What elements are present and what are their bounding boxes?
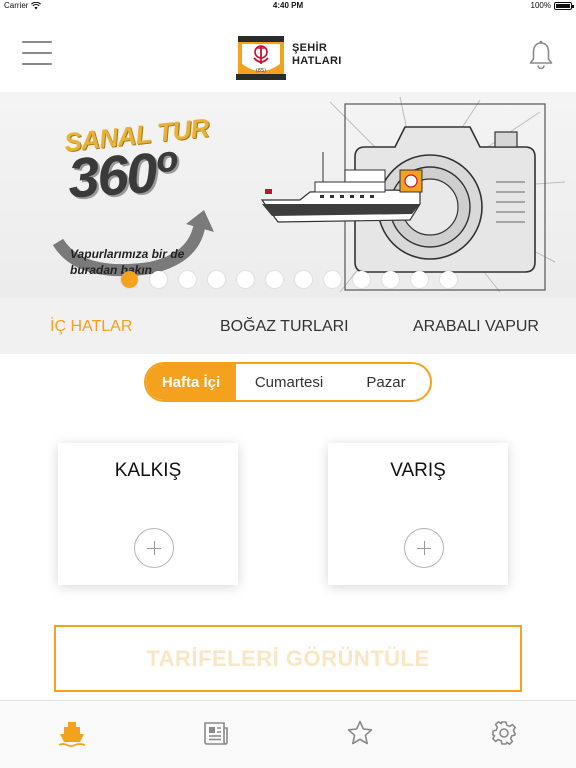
svg-text:(85): (85) xyxy=(256,68,266,74)
app-logo: (85) ŞEHİR HATLARI xyxy=(232,34,352,82)
gear-icon xyxy=(492,721,516,745)
ferry-icon xyxy=(58,722,86,747)
carousel-dot[interactable] xyxy=(179,271,196,288)
clock: 4:40 PM xyxy=(272,1,304,10)
sehir-hatlari-logo-icon: (85) xyxy=(236,36,286,80)
battery-icon xyxy=(554,1,574,10)
tab-bar-favorites[interactable] xyxy=(340,715,380,751)
view-schedules-button[interactable]: TARİFELERİ GÖRÜNTÜLE xyxy=(54,625,522,692)
day-option-saturday[interactable]: Cumartesi xyxy=(236,364,342,400)
logo-line-1: ŞEHİR xyxy=(292,42,328,54)
battery-status: 100% xyxy=(530,1,574,10)
carousel-dot[interactable] xyxy=(208,271,225,288)
tab-ic-hatlar[interactable]: İÇ HATLAR xyxy=(50,318,132,336)
battery-percent: 100% xyxy=(530,1,551,10)
bottom-tab-bar xyxy=(0,700,576,768)
carousel-dot[interactable] xyxy=(382,271,399,288)
carousel-dot[interactable] xyxy=(150,271,167,288)
day-type-selector: Hafta İçi Cumartesi Pazar xyxy=(144,362,432,402)
logo-line-2: HATLARI xyxy=(292,55,342,67)
departure-card[interactable]: KALKIŞ xyxy=(58,443,238,585)
logo-wordmark: ŞEHİR HATLARI xyxy=(292,42,342,68)
banner-title-line-2: 360º xyxy=(65,139,176,210)
bell-icon xyxy=(529,40,553,70)
carousel-page-indicator[interactable] xyxy=(121,271,457,288)
tab-bar-settings[interactable] xyxy=(484,715,524,751)
carousel-dot[interactable] xyxy=(266,271,283,288)
day-option-weekday[interactable]: Hafta İçi xyxy=(146,364,236,400)
news-icon xyxy=(204,722,228,745)
carousel-dot[interactable] xyxy=(440,271,457,288)
star-icon xyxy=(347,720,373,745)
tab-bar-news[interactable] xyxy=(196,715,236,751)
promo-banner-carousel[interactable]: SANAL TUR 360º Vapurlarımıza bir de bura… xyxy=(0,92,576,298)
arrival-card[interactable]: VARIŞ xyxy=(328,443,508,585)
carousel-dot[interactable] xyxy=(353,271,370,288)
carousel-dot[interactable] xyxy=(121,271,138,288)
hamburger-menu-button[interactable] xyxy=(22,41,52,65)
tab-arabali-vapur[interactable]: ARABALI VAPUR xyxy=(413,318,539,336)
day-option-sunday[interactable]: Pazar xyxy=(342,364,430,400)
carousel-dot[interactable] xyxy=(411,271,428,288)
tab-bar-ferry[interactable] xyxy=(52,715,92,751)
add-arrival-button[interactable] xyxy=(404,528,444,568)
add-departure-button[interactable] xyxy=(134,528,174,568)
status-bar: Carrier 4:40 PM 100% xyxy=(0,0,576,12)
notifications-button[interactable] xyxy=(528,40,554,70)
tab-bogaz-turlari[interactable]: BOĞAZ TURLARI xyxy=(220,318,349,336)
carousel-dot[interactable] xyxy=(295,271,312,288)
carousel-dot[interactable] xyxy=(324,271,341,288)
app-header: (85) ŞEHİR HATLARI xyxy=(0,12,576,92)
departure-label: KALKIŞ xyxy=(114,460,182,481)
carousel-dot[interactable] xyxy=(237,271,254,288)
arrival-label: VARIŞ xyxy=(390,460,446,481)
line-category-tabs: İÇ HATLAR BOĞAZ TURLARI ARABALI VAPUR xyxy=(0,298,576,354)
